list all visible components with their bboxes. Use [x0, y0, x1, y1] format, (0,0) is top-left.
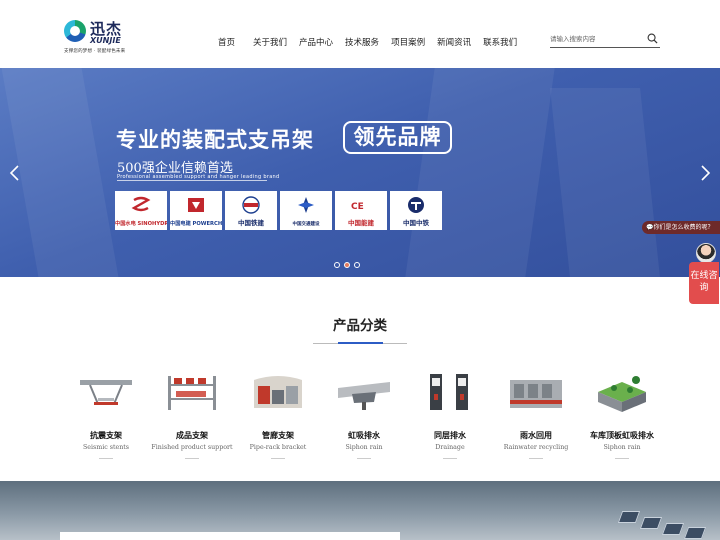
nav-item-products[interactable]: 产品中心 — [299, 36, 333, 48]
logo-slogan: 支撑您的梦想 · 装配绿色未来 — [64, 49, 126, 54]
building-shape — [550, 88, 660, 277]
product-name: 虹吸排水 — [348, 431, 380, 440]
solar-panel-shape — [661, 523, 685, 535]
partner-logo-card: CE 中国能建 — [335, 191, 387, 230]
product-divider — [357, 458, 371, 459]
product-name: 车库顶板虹吸排水 — [590, 431, 654, 440]
content-card — [60, 532, 400, 540]
site-logo[interactable]: 迅杰 XUNJIE 支撑您的梦想 · 装配绿色未来 — [64, 18, 128, 58]
prev-slide-arrow-icon[interactable] — [8, 164, 22, 182]
product-category-list: 抗震支架 Seismic stents 成品支架 Finished produc… — [63, 370, 665, 459]
slide-indicators — [334, 262, 364, 268]
consult-label: 在线咨询 — [690, 271, 718, 293]
svg-text:CE: CE — [351, 202, 364, 212]
sinohydro-logo-icon — [131, 196, 151, 212]
product-name-en: Seismic stents — [82, 444, 130, 451]
section-title-accent — [338, 342, 383, 344]
product-name: 管廊支架 — [262, 431, 294, 440]
nav-item-about[interactable]: 关于我们 — [253, 36, 287, 48]
partner-label: 中国铁建 — [238, 219, 264, 227]
product-card-siphon[interactable]: 虹吸排水 Siphon rain — [321, 370, 407, 459]
product-name-en: Pipe-rack bracket — [249, 444, 307, 451]
finished-support-image — [168, 376, 216, 410]
cccc-logo-icon — [298, 197, 314, 213]
partner-logos: 中国水电 SINOHYDRO 中国电建 POWERCHINA 中国铁建 — [115, 191, 445, 230]
product-card-finished[interactable]: 成品支架 Finished product support — [149, 370, 235, 459]
partner-label: 中国交通建设 — [292, 222, 320, 227]
hero-banner: 专业的装配式支吊架 领先品牌 500强企业信赖首选 Professional a… — [0, 68, 720, 277]
page: 迅杰 XUNJIE 支撑您的梦想 · 装配绿色未来 首页 关于我们 产品中心 技… — [0, 0, 720, 540]
siphon-drain-image — [338, 382, 390, 410]
nav-item-cases[interactable]: 项目案例 — [391, 36, 425, 48]
partner-label: 中国水电 SINOHYDRO — [115, 221, 167, 227]
slide-dot[interactable] — [354, 262, 360, 268]
banner-headline-boxed: 领先品牌 — [343, 121, 452, 154]
consultant-avatar[interactable] — [696, 243, 716, 263]
product-name-en: Finished product support — [151, 444, 233, 451]
rainwater-recycling-image — [510, 380, 562, 408]
main-nav: 首页 关于我们 产品中心 技术服务 项目案例 新闻资讯 联系我们 — [210, 36, 529, 48]
partner-logo-card: 中国水电 SINOHYDRO — [115, 191, 167, 230]
partner-label: 中国电建 POWERCHINA — [170, 221, 222, 227]
product-name-en: Drainage — [435, 444, 465, 451]
product-name: 成品支架 — [176, 431, 208, 440]
powerchina-logo-icon — [188, 198, 204, 212]
solar-panel-shape — [639, 517, 663, 529]
product-card-pipe-rack[interactable]: 管廊支架 Pipe-rack bracket — [235, 370, 321, 459]
product-name: 抗震支架 — [90, 431, 122, 440]
product-name: 同层排水 — [434, 431, 466, 440]
product-divider — [529, 458, 543, 459]
site-header: 迅杰 XUNJIE 支撑您的梦想 · 装配绿色未来 首页 关于我们 产品中心 技… — [0, 0, 720, 68]
product-name: 雨水回用 — [520, 431, 552, 440]
product-name-en: Rainwater recycling — [503, 444, 569, 451]
ceec-logo-icon: CE — [351, 202, 364, 212]
partner-logo-card: 中国交通建设 — [280, 191, 332, 230]
next-section-banner — [0, 481, 720, 540]
same-floor-drainage-image — [430, 374, 468, 410]
building-shape — [405, 68, 555, 277]
nav-item-contact[interactable]: 联系我们 — [483, 36, 517, 48]
online-consult-button[interactable]: 在线咨询 — [689, 262, 719, 304]
search-input[interactable] — [550, 32, 642, 45]
consult-chat-bubble[interactable]: 💬你们是怎么收费的呢？ — [642, 221, 720, 234]
partner-logo-card: 中国中铁 — [390, 191, 442, 230]
logo-text-en: XUNJIE — [90, 36, 121, 45]
consult-question: 你们是怎么收费的呢？ — [653, 224, 714, 231]
product-divider — [271, 458, 285, 459]
nav-item-tech-service[interactable]: 技术服务 — [345, 36, 379, 48]
next-slide-arrow-icon[interactable] — [698, 164, 712, 182]
slide-dot[interactable] — [334, 262, 340, 268]
pipe-rack-image — [254, 376, 302, 408]
seismic-support-image — [80, 380, 132, 405]
product-divider — [185, 458, 199, 459]
solar-panel-shape — [683, 527, 707, 539]
partner-logo-card: 中国电建 POWERCHINA — [170, 191, 222, 230]
product-divider — [615, 458, 629, 459]
slide-dot-active[interactable] — [344, 262, 350, 268]
garage-roof-siphon-image — [598, 376, 646, 412]
section-title-products: 产品分类 — [333, 318, 387, 334]
product-name-en: Siphon rain — [603, 444, 641, 451]
search-icon[interactable] — [647, 33, 658, 44]
product-card-garage-siphon[interactable]: 车库顶板虹吸排水 Siphon rain — [579, 370, 665, 459]
banner-headline: 专业的装配式支吊架 — [116, 128, 314, 152]
product-divider — [99, 458, 113, 459]
search-box — [550, 30, 660, 48]
logo-mark-icon — [64, 20, 86, 42]
crcc-logo-icon — [242, 196, 260, 214]
product-name-en: Siphon rain — [345, 444, 383, 451]
partner-label: 中国能建 — [348, 219, 374, 227]
crec-logo-icon — [408, 197, 424, 213]
solar-panel-shape — [617, 511, 641, 523]
product-divider — [443, 458, 457, 459]
product-card-drainage[interactable]: 同层排水 Drainage — [407, 370, 493, 459]
banner-divider — [117, 180, 267, 181]
partner-logo-card: 中国铁建 — [225, 191, 277, 230]
product-card-rainwater[interactable]: 雨水回用 Rainwater recycling — [493, 370, 579, 459]
nav-item-news[interactable]: 新闻资讯 — [437, 36, 471, 48]
partner-label: 中国中铁 — [403, 219, 429, 227]
product-card-seismic[interactable]: 抗震支架 Seismic stents — [63, 370, 149, 459]
nav-item-home[interactable]: 首页 — [218, 36, 235, 48]
